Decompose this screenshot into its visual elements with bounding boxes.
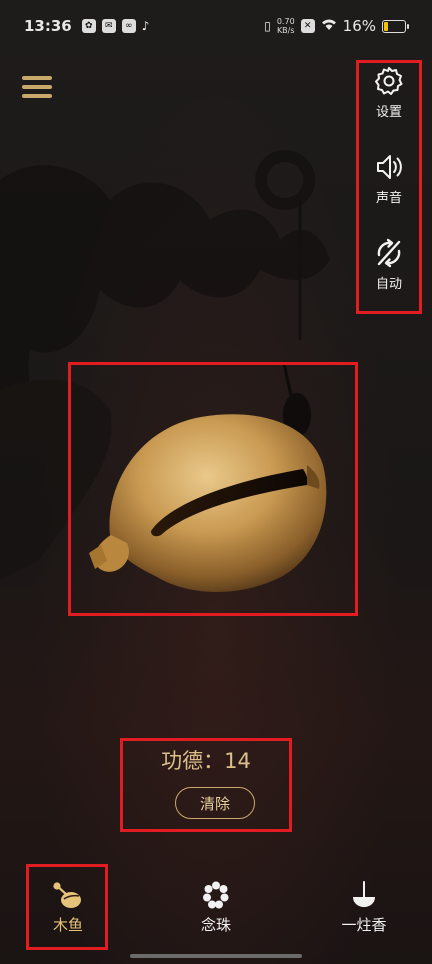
- auto-button[interactable]: 自动: [359, 237, 419, 292]
- menu-icon-line: [22, 76, 52, 80]
- tiktok-notification-icon: ♪: [141, 19, 150, 33]
- auto-off-icon: [377, 238, 401, 268]
- gear-icon: [375, 67, 403, 95]
- network-speed-value: 0.70: [276, 17, 295, 26]
- clear-button[interactable]: 清除: [175, 787, 255, 819]
- network-speed: 0.70 KB/s: [277, 17, 295, 35]
- mail-notification-icon: ✉: [101, 19, 116, 33]
- nav-label-beads: 念珠: [200, 916, 231, 934]
- status-left: 13:36 ✿ ✉ ∞ ♪: [24, 17, 149, 35]
- menu-button[interactable]: [22, 74, 54, 102]
- auto-label: 自动: [375, 277, 402, 292]
- merit-panel: 功德：14 清除: [120, 738, 292, 832]
- no-sim-icon: ✕: [300, 19, 315, 33]
- merit-display: 功德：14: [123, 745, 289, 775]
- incense-icon: [353, 881, 375, 907]
- app-screen: 13:36 ✿ ✉ ∞ ♪ ▯ 0.70 KB/s ✕ 16% 设置 声音 自动…: [0, 0, 432, 964]
- home-indicator[interactable]: [130, 954, 302, 958]
- wooden-fish-image: [89, 365, 327, 592]
- status-right: ▯ 0.70 KB/s ✕ 16%: [264, 17, 409, 35]
- bottom-nav: 木鱼 念珠 一炷香: [0, 862, 432, 964]
- menu-icon-line: [22, 94, 52, 98]
- nav-label-wooden-fish: 木鱼: [52, 916, 83, 934]
- merit-count: 14: [224, 749, 251, 773]
- network-speed-unit: KB/s: [276, 26, 295, 35]
- vibrate-icon: ▯: [264, 19, 271, 33]
- battery-percent: 16%: [342, 17, 376, 35]
- nav-item-wooden-fish[interactable]: 木鱼: [36, 862, 100, 935]
- game-notification-icon: ∞: [121, 19, 136, 33]
- beads-icon: [203, 881, 229, 909]
- status-time: 13:36: [24, 17, 72, 35]
- wifi-icon: [321, 18, 337, 34]
- nav-item-incense[interactable]: 一炷香: [330, 862, 398, 935]
- status-bar: 13:36 ✿ ✉ ∞ ♪ ▯ 0.70 KB/s ✕ 16%: [0, 0, 432, 52]
- sound-label: 声音: [375, 191, 402, 206]
- mallet-icon: [53, 882, 81, 908]
- menu-icon-line: [22, 85, 52, 89]
- sound-button[interactable]: 声音: [359, 151, 419, 206]
- speaker-icon: [377, 155, 402, 179]
- merit-label: 功德：: [161, 749, 225, 773]
- settings-label: 设置: [375, 105, 402, 120]
- nav-item-beads[interactable]: 念珠: [184, 862, 248, 935]
- battery-icon: [382, 19, 409, 33]
- wooden-fish-button[interactable]: [68, 362, 358, 616]
- settings-button[interactable]: 设置: [359, 65, 419, 120]
- side-controls: 设置 声音 自动: [356, 60, 422, 314]
- nav-label-incense: 一炷香: [341, 916, 387, 934]
- app-notification-icon: ✿: [81, 19, 96, 33]
